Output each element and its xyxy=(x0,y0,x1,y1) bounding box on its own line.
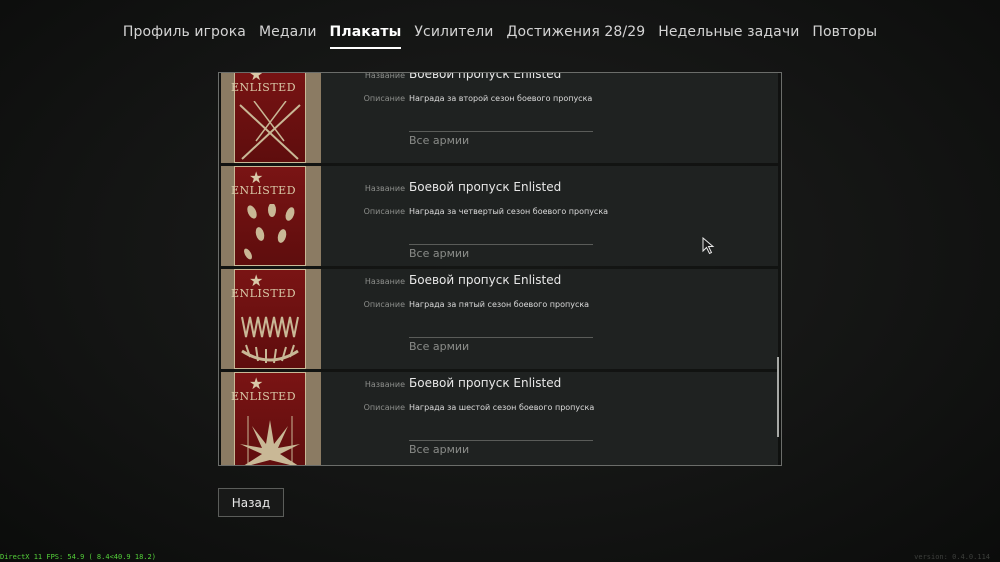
poster-description: Награда за второй сезон боевого пропуска xyxy=(409,94,593,103)
mouse-cursor-icon xyxy=(702,237,715,255)
poster-description: Награда за пятый сезон боевого пропуска xyxy=(409,300,590,309)
description-label: Описание xyxy=(363,300,405,309)
poster-description: Награда за шестой сезон боевого пропуска xyxy=(409,403,595,412)
poster-thumbnail: ★ ENLISTED xyxy=(221,372,321,465)
poster-logo: ENLISTED xyxy=(231,390,297,403)
tab-weekly-tasks[interactable]: Недельные задачи xyxy=(658,22,799,46)
poster-card[interactable]: ★ ENLISTED Название Боевой пропуск Enlis… xyxy=(221,166,778,266)
poster-card[interactable]: ★ ENLISTED Название Боевой пропуск Enlis… xyxy=(221,269,778,369)
name-label: Название xyxy=(364,380,405,389)
description-label: Описание xyxy=(363,403,405,412)
poster-card[interactable]: ★ ENLISTED Название Боевой пропуск Enlis… xyxy=(221,72,778,163)
tab-posters[interactable]: Плакаты xyxy=(329,22,402,49)
description-label: Описание xyxy=(363,94,405,103)
name-label: Название xyxy=(364,277,405,286)
poster-name: Боевой пропуск Enlisted xyxy=(409,273,562,287)
divider xyxy=(409,337,593,338)
poster-list-content: ★ ENLISTED Название Боевой пропуск Enlis… xyxy=(219,72,778,465)
poster-description: Награда за четвертый сезон боевого пропу… xyxy=(409,207,609,216)
top-navigation: Профиль игрока Медали Плакаты Усилители … xyxy=(0,22,1000,49)
falling-bombs-art xyxy=(244,204,295,260)
name-label: Название xyxy=(364,184,405,193)
divider xyxy=(409,244,593,245)
poster-logo: ENLISTED xyxy=(231,287,297,300)
tab-player-profile[interactable]: Профиль игрока xyxy=(123,22,246,46)
tab-boosters[interactable]: Усилители xyxy=(414,22,493,46)
poster-name: Боевой пропуск Enlisted xyxy=(409,376,562,390)
back-button[interactable]: Назад xyxy=(218,488,284,517)
poster-name: Боевой пропуск Enlisted xyxy=(409,180,562,194)
poster-thumbnail: ★ ENLISTED xyxy=(221,166,321,266)
fps-overlay: DirectX 11 FPS: 54.9 ( 8.4<40.9 18.2) xyxy=(0,553,156,561)
poster-armies: Все армии xyxy=(409,247,470,260)
poster-armies: Все армии xyxy=(409,443,470,456)
divider xyxy=(409,131,593,132)
poster-name: Боевой пропуск Enlisted xyxy=(409,72,562,81)
tab-medals[interactable]: Медали xyxy=(259,22,317,46)
explosion-art xyxy=(240,416,300,465)
crossed-rifles-art xyxy=(239,101,301,160)
tab-achievements[interactable]: Достижения 28/29 xyxy=(506,22,645,46)
bullet-ring-art xyxy=(241,316,299,364)
poster-thumbnail: ★ ENLISTED xyxy=(221,269,321,369)
version-label: version: 0.4.0.114 xyxy=(914,553,990,561)
poster-list[interactable]: ★ ENLISTED Название Боевой пропуск Enlis… xyxy=(218,72,782,466)
poster-logo: ENLISTED xyxy=(231,81,297,94)
poster-logo: ENLISTED xyxy=(231,184,297,197)
tab-replays[interactable]: Повторы xyxy=(812,22,877,46)
list-scrollbar[interactable] xyxy=(777,357,779,437)
poster-thumbnail: ★ ENLISTED xyxy=(221,73,321,163)
name-label: Название xyxy=(364,72,405,80)
poster-card[interactable]: ★ ENLISTED Название Боевой пропуск Enlis… xyxy=(221,372,778,465)
description-label: Описание xyxy=(363,207,405,216)
divider xyxy=(409,440,593,441)
poster-armies: Все армии xyxy=(409,134,470,147)
poster-armies: Все армии xyxy=(409,340,470,353)
